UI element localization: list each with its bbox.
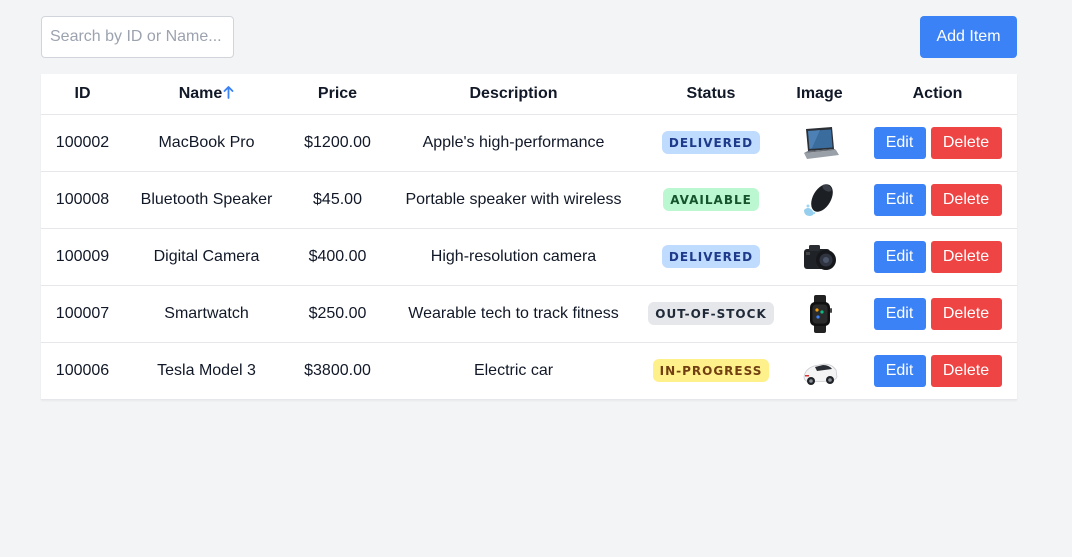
cell-id: 100006 (41, 342, 124, 400)
edit-button[interactable]: Edit (873, 126, 926, 159)
cell-id: 100002 (41, 114, 124, 172)
cell-name: Digital Camera (124, 228, 289, 286)
cell-name: Tesla Model 3 (124, 342, 289, 400)
edit-button[interactable]: Edit (873, 297, 926, 330)
delete-button[interactable]: Delete (930, 126, 1002, 159)
cell-status: IN-PROGRESS (641, 342, 781, 400)
status-badge: OUT-OF-STOCK (648, 302, 774, 325)
speaker-image (800, 180, 840, 220)
header-image: Image (781, 74, 858, 115)
camera-image (800, 237, 840, 277)
status-badge: AVAILABLE (663, 188, 759, 211)
delete-button[interactable]: Delete (930, 240, 1002, 273)
cell-action: Edit Delete (858, 228, 1017, 286)
header-name[interactable]: Name (124, 74, 289, 115)
cell-name: Smartwatch (124, 285, 289, 343)
header-action: Action (858, 74, 1017, 115)
cell-action: Edit Delete (858, 114, 1017, 172)
cell-image (781, 114, 858, 172)
cell-action: Edit Delete (858, 171, 1017, 229)
delete-button[interactable]: Delete (930, 183, 1002, 216)
cell-description: Portable speaker with wireless (386, 171, 641, 229)
cell-description: Wearable tech to track fitness (386, 285, 641, 343)
cell-image (781, 171, 858, 229)
cell-price: $3800.00 (289, 342, 386, 400)
header-description: Description (386, 74, 641, 115)
search-input[interactable] (41, 16, 234, 58)
table-row: 100007 Smartwatch $250.00 Wearable tech … (41, 285, 1017, 343)
cell-description: Apple's high-performance (386, 114, 641, 172)
table-row: 100002 MacBook Pro $1200.00 Apple's high… (41, 114, 1017, 172)
cell-image (781, 285, 858, 343)
add-item-button[interactable]: Add Item (920, 16, 1017, 58)
edit-button[interactable]: Edit (873, 183, 926, 216)
header-status[interactable]: Status (641, 74, 781, 115)
cell-action: Edit Delete (858, 342, 1017, 400)
smartwatch-image (800, 294, 840, 334)
header-id[interactable]: ID (41, 74, 124, 115)
items-table: ID Name Price Description Status Image A… (41, 74, 1017, 400)
items-table-container: ID Name Price Description Status Image A… (41, 74, 1017, 400)
cell-status: DELIVERED (641, 114, 781, 172)
cell-image (781, 342, 858, 400)
cell-id: 100009 (41, 228, 124, 286)
table-row: 100006 Tesla Model 3 $3800.00 Electric c… (41, 342, 1017, 400)
cell-status: OUT-OF-STOCK (641, 285, 781, 343)
cell-status: DELIVERED (641, 228, 781, 286)
table-header-row: ID Name Price Description Status Image A… (41, 74, 1017, 115)
car-image (800, 351, 840, 391)
cell-price: $45.00 (289, 171, 386, 229)
cell-name: MacBook Pro (124, 114, 289, 172)
table-row: 100009 Digital Camera $400.00 High-resol… (41, 228, 1017, 286)
table-body: 100002 MacBook Pro $1200.00 Apple's high… (41, 114, 1017, 400)
cell-id: 100007 (41, 285, 124, 343)
header-name-label: Name (178, 84, 223, 102)
toolbar: Add Item (41, 16, 1017, 58)
edit-button[interactable]: Edit (873, 354, 926, 387)
cell-price: $250.00 (289, 285, 386, 343)
status-badge: DELIVERED (661, 245, 761, 268)
arrow-up-icon (223, 85, 234, 99)
delete-button[interactable]: Delete (930, 297, 1002, 330)
delete-button[interactable]: Delete (930, 354, 1002, 387)
header-price[interactable]: Price (289, 74, 386, 115)
cell-action: Edit Delete (858, 285, 1017, 343)
cell-price: $1200.00 (289, 114, 386, 172)
status-badge: DELIVERED (661, 131, 761, 154)
cell-description: High-resolution camera (386, 228, 641, 286)
table-row: 100008 Bluetooth Speaker $45.00 Portable… (41, 171, 1017, 229)
cell-status: AVAILABLE (641, 171, 781, 229)
cell-image (781, 228, 858, 286)
cell-id: 100008 (41, 171, 124, 229)
cell-name: Bluetooth Speaker (124, 171, 289, 229)
status-badge: IN-PROGRESS (652, 359, 770, 382)
cell-description: Electric car (386, 342, 641, 400)
laptop-image (800, 123, 840, 163)
cell-price: $400.00 (289, 228, 386, 286)
edit-button[interactable]: Edit (873, 240, 926, 273)
